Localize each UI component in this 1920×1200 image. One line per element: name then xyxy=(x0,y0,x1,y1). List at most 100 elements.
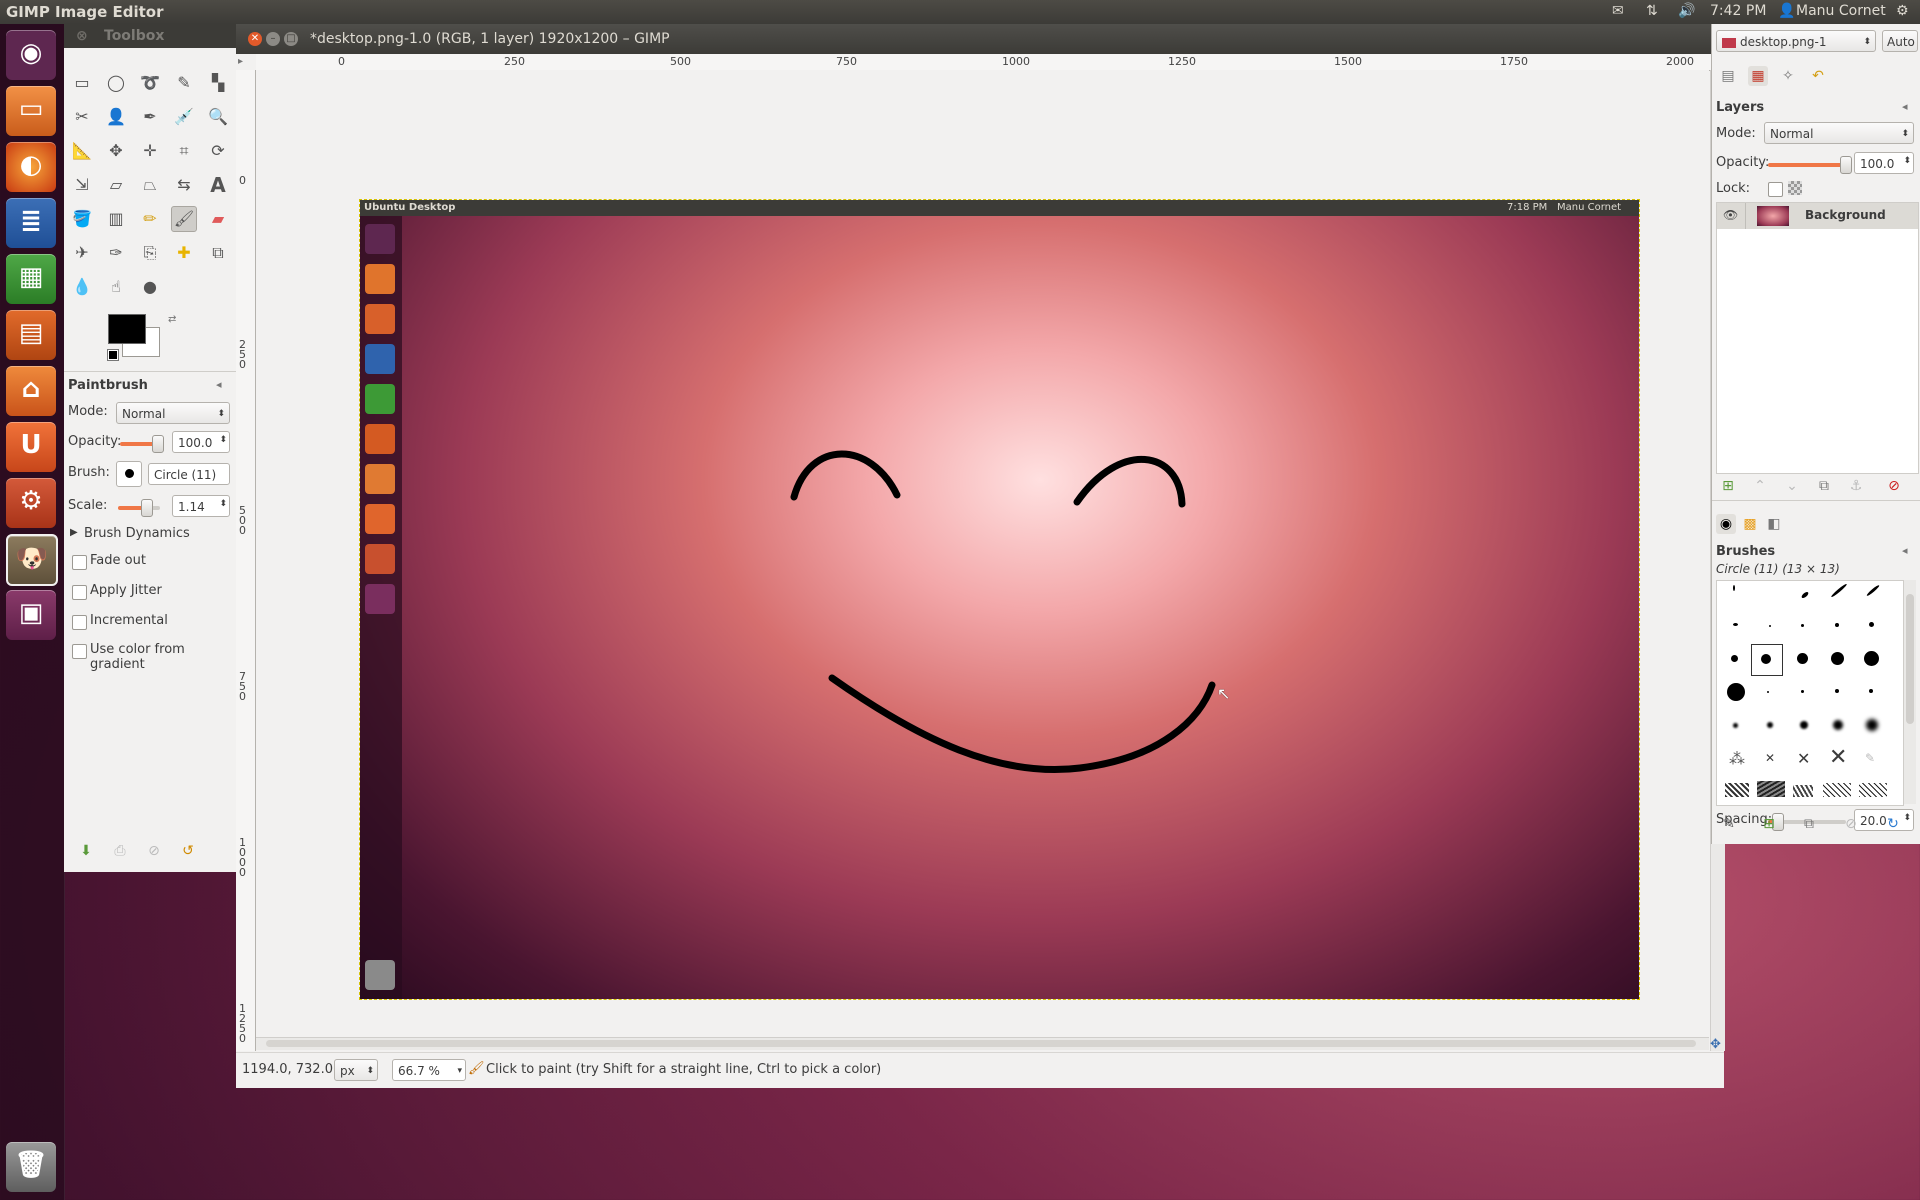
auto-button[interactable]: Auto xyxy=(1882,30,1918,52)
smudge-tool-icon[interactable]: ☝ xyxy=(103,274,129,300)
crop-tool-icon[interactable]: ⌗ xyxy=(171,138,197,164)
brushes-grid[interactable]: ⁂ ✕ ✕ ✕ ✎ xyxy=(1716,580,1904,806)
delete-layer-icon[interactable]: ⊘ xyxy=(1884,476,1904,496)
layers-mode-select[interactable]: Normal ⬍ xyxy=(1764,122,1914,144)
new-brush-icon[interactable]: ⊞ xyxy=(1759,814,1779,834)
paths-tab-icon[interactable]: ✧ xyxy=(1778,66,1798,86)
layers-panel-menu-icon[interactable]: ◂ xyxy=(1902,100,1908,113)
perspective-clone-tool-icon[interactable]: ⧉ xyxy=(205,240,231,266)
raise-layer-icon[interactable]: ⌃ xyxy=(1750,476,1770,496)
horizontal-ruler[interactable]: 0 250 500 750 1000 1250 1500 1750 2000 xyxy=(256,54,1724,71)
layer-row[interactable]: 👁 Background xyxy=(1717,203,1918,229)
refresh-brushes-icon[interactable]: ↻ xyxy=(1883,814,1903,834)
scale-tool-icon[interactable]: ⇲ xyxy=(69,172,95,198)
anchor-layer-icon[interactable]: ⚓ xyxy=(1846,476,1866,496)
close-icon[interactable]: ✕ xyxy=(248,32,262,46)
paintbrush-tool-icon[interactable]: 🖌 xyxy=(171,206,197,232)
paths-tool-icon[interactable]: ✒ xyxy=(137,104,163,130)
layers-opacity-knob[interactable] xyxy=(1840,156,1852,174)
patterns-tab-icon[interactable]: ▩ xyxy=(1740,514,1760,534)
network-icon[interactable]: ⇅ xyxy=(1646,3,1658,19)
perspective-tool-icon[interactable]: ⏢ xyxy=(137,172,163,198)
vertical-ruler[interactable]: 0 250 500 750 1000 1250 xyxy=(236,70,256,1051)
clone-tool-icon[interactable]: ⎘ xyxy=(137,240,163,266)
expander-arrow-icon[interactable]: ▶ xyxy=(70,527,78,538)
use-color-gradient-checkbox[interactable] xyxy=(72,644,87,659)
image-canvas[interactable]: Ubuntu Desktop 7:18 PM Manu Cornet ↖ xyxy=(359,199,1640,1000)
scale-slider-knob[interactable] xyxy=(141,499,153,517)
foreground-color-swatch[interactable] xyxy=(108,314,146,344)
blend-tool-icon[interactable]: ▥ xyxy=(103,206,129,232)
zoom-tool-icon[interactable]: 🔍 xyxy=(205,104,231,130)
channels-tab-icon[interactable]: ▦ xyxy=(1748,66,1768,86)
lock-pixels-checkbox[interactable] xyxy=(1768,182,1783,197)
volume-icon[interactable]: 🔊 xyxy=(1678,3,1695,19)
mode-select[interactable]: Normal ⬍ xyxy=(116,402,230,424)
scale-slider[interactable] xyxy=(118,506,160,510)
measure-tool-icon[interactable]: 📐 xyxy=(69,138,95,164)
panel-menu-icon[interactable]: ◂ xyxy=(216,378,222,391)
gimp-icon[interactable]: 🐶 xyxy=(6,534,58,586)
new-layer-icon[interactable]: ⊞ xyxy=(1718,476,1738,496)
fuzzy-select-tool-icon[interactable]: ✎ xyxy=(171,70,197,96)
system-settings-icon[interactable]: ⚙ xyxy=(6,478,56,528)
fade-out-checkbox[interactable] xyxy=(72,555,87,570)
flip-tool-icon[interactable]: ⇆ xyxy=(171,172,197,198)
brushes-tab-icon[interactable]: ◉ xyxy=(1716,514,1736,534)
brush-name-field[interactable]: Circle (11) xyxy=(148,463,230,485)
navigate-icon[interactable]: ✥ xyxy=(1710,1037,1721,1052)
user-name[interactable]: Manu Cornet xyxy=(1796,3,1886,19)
apply-jitter-checkbox[interactable] xyxy=(72,585,87,600)
airbrush-tool-icon[interactable]: ✈ xyxy=(69,240,95,266)
duplicate-brush-icon[interactable]: ⧉ xyxy=(1799,814,1819,834)
calc-icon[interactable]: ▦ xyxy=(6,254,56,304)
delete-options-icon[interactable]: ⊘ xyxy=(144,841,164,861)
dodge-burn-tool-icon[interactable]: ● xyxy=(137,274,163,300)
clock[interactable]: 7:42 PM xyxy=(1710,3,1766,19)
layer-name[interactable]: Background xyxy=(1805,208,1886,222)
layers-list[interactable]: 👁 Background xyxy=(1716,202,1919,474)
unit-select[interactable]: px ⬍ xyxy=(334,1059,378,1081)
canvas-area[interactable]: Ubuntu Desktop 7:18 PM Manu Cornet ↖ xyxy=(256,70,1709,1051)
impress-icon[interactable]: ▤ xyxy=(6,310,56,360)
files-icon[interactable]: ▭ xyxy=(6,86,56,136)
gradients-tab-icon[interactable]: ◧ xyxy=(1764,514,1784,534)
duplicate-layer-icon[interactable]: ⧉ xyxy=(1814,476,1834,496)
rotate-tool-icon[interactable]: ⟳ xyxy=(205,138,231,164)
move-tool-icon[interactable]: ✥ xyxy=(103,138,129,164)
brush-dynamics-expander[interactable]: Brush Dynamics xyxy=(84,526,190,541)
quick-mask-icon[interactable]: ▸ xyxy=(238,56,243,67)
edit-brush-icon[interactable]: ✎ xyxy=(1719,814,1739,834)
bucket-fill-tool-icon[interactable]: 🪣 xyxy=(69,206,95,232)
pencil-tool-icon[interactable]: ✏ xyxy=(137,206,163,232)
horizontal-scrollbar[interactable] xyxy=(256,1037,1709,1050)
minimize-icon[interactable]: – xyxy=(266,32,280,46)
brush-preview-button[interactable] xyxy=(116,461,142,487)
text-tool-icon[interactable]: A xyxy=(205,172,231,198)
free-select-tool-icon[interactable]: ➰ xyxy=(137,70,163,96)
undo-history-tab-icon[interactable]: ↶ xyxy=(1808,66,1828,86)
layers-opacity-spinbox[interactable]: 100.0 ⬍ xyxy=(1854,152,1914,174)
image-selector[interactable]: desktop.png-1 ⬍ xyxy=(1716,30,1876,52)
writer-icon[interactable]: ≣ xyxy=(6,198,56,248)
brushes-scrollbar[interactable] xyxy=(1904,580,1916,804)
maximize-icon[interactable]: □ xyxy=(284,32,298,46)
color-picker-tool-icon[interactable]: 💉 xyxy=(171,104,197,130)
mail-icon[interactable]: ✉ xyxy=(1612,3,1624,19)
heal-tool-icon[interactable]: ✚ xyxy=(171,240,197,266)
restore-options-icon[interactable]: ⎙ xyxy=(110,841,130,861)
layers-tab-icon[interactable]: ▤ xyxy=(1718,66,1738,86)
rect-select-tool-icon[interactable]: ▭ xyxy=(69,70,95,96)
scale-spinbox[interactable]: 1.14 ⬍ xyxy=(172,495,230,517)
lock-alpha-icon[interactable] xyxy=(1788,181,1802,195)
workspaces-icon[interactable]: ▣ xyxy=(6,590,56,640)
close-icon[interactable]: ⊗ xyxy=(76,24,88,48)
foreground-select-tool-icon[interactable]: 👤 xyxy=(103,104,129,130)
visibility-eye-icon[interactable]: 👁 xyxy=(1723,208,1738,222)
align-tool-icon[interactable]: ✛ xyxy=(137,138,163,164)
firefox-icon[interactable]: ◐ xyxy=(6,142,56,192)
ubuntu-one-icon[interactable]: U xyxy=(6,422,56,472)
brushes-panel-menu-icon[interactable]: ◂ xyxy=(1902,544,1908,557)
software-center-icon[interactable]: ⌂ xyxy=(6,366,56,416)
gear-icon[interactable]: ⚙ xyxy=(1896,3,1909,19)
